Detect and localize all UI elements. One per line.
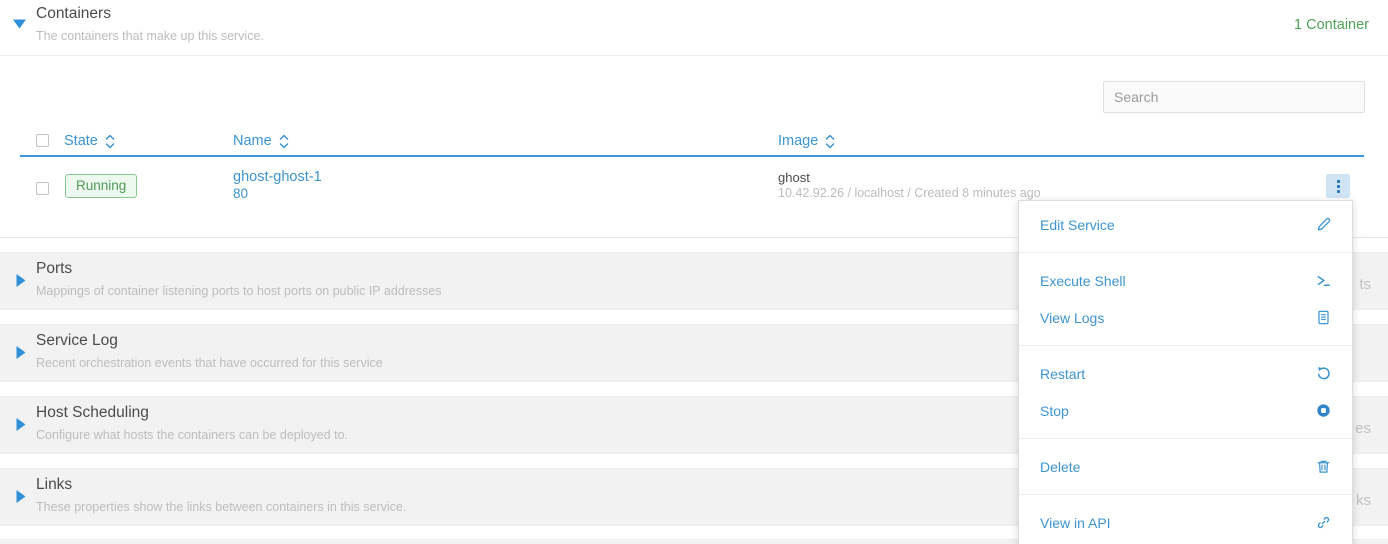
section-count-clipped: ts	[1359, 276, 1371, 293]
terminal-icon	[1316, 273, 1331, 288]
section-count-clipped: es	[1355, 420, 1371, 437]
menu-divider	[1019, 252, 1352, 253]
stop-icon	[1316, 403, 1331, 418]
menu-divider	[1019, 345, 1352, 346]
sort-icon	[105, 134, 115, 149]
sort-icon	[825, 134, 835, 149]
menu-item-label: Edit Service	[1040, 217, 1115, 233]
expand-caret-right-icon[interactable]	[16, 418, 26, 431]
section-title: Host Scheduling	[36, 404, 149, 422]
column-header-image[interactable]: Image	[778, 133, 1308, 149]
column-header-name[interactable]: Name	[233, 133, 778, 149]
section-subtitle: These properties show the links between …	[36, 500, 406, 514]
menu-item-label: View in API	[1040, 515, 1111, 531]
container-count-label: 1 Container	[1294, 17, 1369, 33]
image-details: 10.42.92.26 / localhost / Created 8 minu…	[778, 186, 1308, 201]
section-subtitle: Mappings of container listening ports to…	[36, 284, 442, 298]
section-subtitle: Recent orchestration events that have oc…	[36, 356, 383, 370]
menu-item-edit-service[interactable]: Edit Service	[1019, 206, 1352, 243]
row-checkbox[interactable]	[36, 182, 49, 195]
pencil-icon	[1316, 217, 1331, 232]
collapse-caret-down-icon[interactable]	[13, 19, 26, 29]
section-count-clipped: ks	[1356, 492, 1371, 509]
expand-caret-right-icon[interactable]	[16, 346, 26, 359]
service-detail-page: Containers The containers that make up t…	[0, 0, 1388, 544]
external-link-icon	[1316, 515, 1331, 530]
containers-panel-header: Containers The containers that make up t…	[0, 0, 1388, 56]
menu-item-label: Stop	[1040, 403, 1069, 419]
restart-icon	[1316, 366, 1331, 381]
table-row: Running ghost-ghost-1 80 ghost 10.42.92.…	[20, 157, 1364, 202]
menu-item-view-in-api[interactable]: View in API	[1019, 504, 1352, 541]
menu-item-label: Delete	[1040, 459, 1080, 475]
table-header-row: State Name Ima	[20, 127, 1364, 157]
row-actions-button[interactable]	[1326, 174, 1350, 198]
file-text-icon	[1316, 310, 1331, 325]
column-header-state[interactable]: State	[64, 133, 233, 149]
search-input[interactable]	[1103, 81, 1365, 113]
containers-table: State Name Ima	[20, 127, 1364, 202]
menu-item-label: View Logs	[1040, 310, 1104, 326]
dot-icon	[1337, 180, 1340, 183]
panel-title: Containers	[36, 5, 111, 23]
menu-item-label: Execute Shell	[1040, 273, 1126, 289]
expand-caret-right-icon[interactable]	[16, 490, 26, 503]
dot-icon	[1337, 190, 1340, 193]
status-badge: Running	[65, 174, 137, 198]
menu-item-view-logs[interactable]: View Logs	[1019, 299, 1352, 336]
menu-divider	[1019, 494, 1352, 495]
section-subtitle: Configure what hosts the containers can …	[36, 428, 348, 442]
menu-item-stop[interactable]: Stop	[1019, 392, 1352, 429]
dot-icon	[1337, 185, 1340, 188]
menu-item-restart[interactable]: Restart	[1019, 355, 1352, 392]
section-title: Links	[36, 476, 72, 494]
select-all-checkbox[interactable]	[36, 134, 49, 147]
sort-icon	[279, 134, 289, 149]
menu-item-delete[interactable]: Delete	[1019, 448, 1352, 485]
row-actions-menu: Edit Service Execute Shell View Logs Res…	[1018, 200, 1353, 544]
container-port-link[interactable]: 80	[233, 186, 778, 202]
panel-subtitle: The containers that make up this service…	[36, 29, 264, 43]
menu-item-execute-shell[interactable]: Execute Shell	[1019, 262, 1352, 299]
expand-caret-right-icon[interactable]	[16, 274, 26, 287]
menu-divider	[1019, 438, 1352, 439]
section-title: Service Log	[36, 332, 118, 350]
section-title: Ports	[36, 260, 72, 278]
menu-item-label: Restart	[1040, 366, 1085, 382]
trash-icon	[1316, 459, 1331, 474]
image-name: ghost	[778, 170, 1308, 186]
container-name-link[interactable]: ghost-ghost-1	[233, 169, 778, 186]
